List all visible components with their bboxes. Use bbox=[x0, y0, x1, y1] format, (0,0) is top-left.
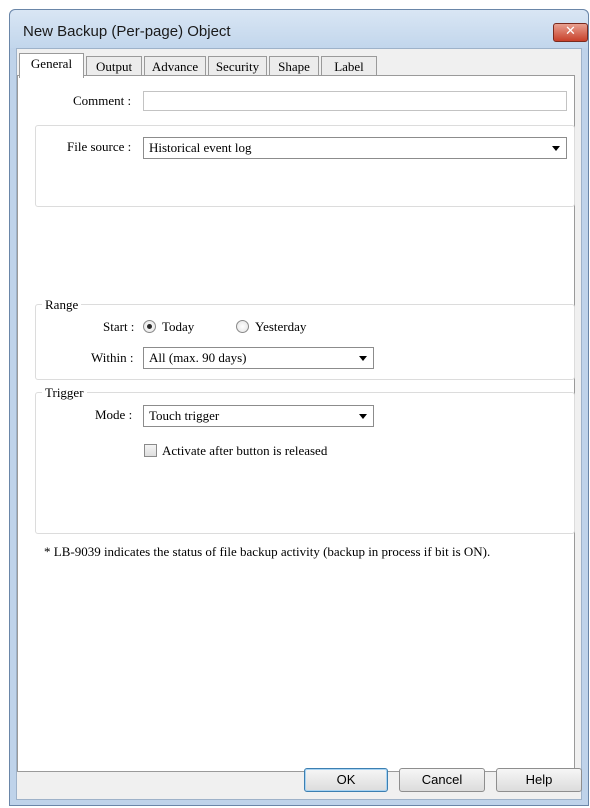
radio-today[interactable] bbox=[143, 320, 156, 333]
file-source-select[interactable]: Historical event log bbox=[143, 137, 567, 159]
activate-after-release-label: Activate after button is released bbox=[162, 443, 328, 458]
trigger-group-title: Trigger bbox=[42, 385, 87, 401]
radio-yesterday-label: Yesterday bbox=[255, 319, 307, 334]
radio-yesterday[interactable] bbox=[236, 320, 249, 333]
trigger-mode-label: Mode : bbox=[95, 407, 133, 422]
chevron-down-icon bbox=[359, 356, 367, 361]
range-start-label: Start : bbox=[103, 319, 135, 334]
tab-general-label: General bbox=[30, 56, 73, 71]
activate-after-release-checkbox[interactable] bbox=[144, 444, 157, 457]
comment-label: Comment : bbox=[73, 93, 132, 108]
file-source-value: Historical event log bbox=[149, 140, 252, 155]
title-bar[interactable]: New Backup (Per-page) Object ✕ bbox=[10, 10, 588, 48]
range-within-label: Within : bbox=[91, 350, 134, 365]
tab-security-label: Security bbox=[215, 59, 260, 74]
ok-button-label: OK bbox=[336, 772, 356, 787]
help-button[interactable]: Help bbox=[496, 768, 582, 792]
mode-value: Touch trigger bbox=[149, 408, 220, 423]
cancel-button[interactable]: Cancel bbox=[399, 768, 485, 792]
lb9039-note: * LB-9039 indicates the status of file b… bbox=[44, 544, 491, 559]
range-group-title: Range bbox=[42, 297, 82, 313]
close-icon: ✕ bbox=[565, 24, 576, 39]
chevron-down-icon bbox=[552, 146, 560, 151]
file-source-label: File source : bbox=[67, 139, 132, 154]
help-button-label: Help bbox=[525, 772, 553, 787]
close-button[interactable]: ✕ bbox=[553, 23, 588, 42]
tab-general[interactable]: General bbox=[19, 53, 84, 78]
within-value: All (max. 90 days) bbox=[149, 350, 247, 365]
tab-shape-label: Shape bbox=[278, 59, 310, 74]
radio-today-label: Today bbox=[162, 319, 195, 334]
chevron-down-icon bbox=[359, 414, 367, 419]
window-title: New Backup (Per-page) Object bbox=[23, 23, 231, 40]
tab-label-label: Label bbox=[334, 59, 364, 74]
comment-input[interactable] bbox=[143, 91, 567, 111]
tab-advance-label: Advance bbox=[151, 59, 199, 74]
mode-select[interactable]: Touch trigger bbox=[143, 405, 374, 427]
within-select[interactable]: All (max. 90 days) bbox=[143, 347, 374, 369]
cancel-button-label: Cancel bbox=[421, 772, 463, 787]
ok-button[interactable]: OK bbox=[304, 768, 388, 792]
tab-output-label: Output bbox=[95, 59, 133, 74]
